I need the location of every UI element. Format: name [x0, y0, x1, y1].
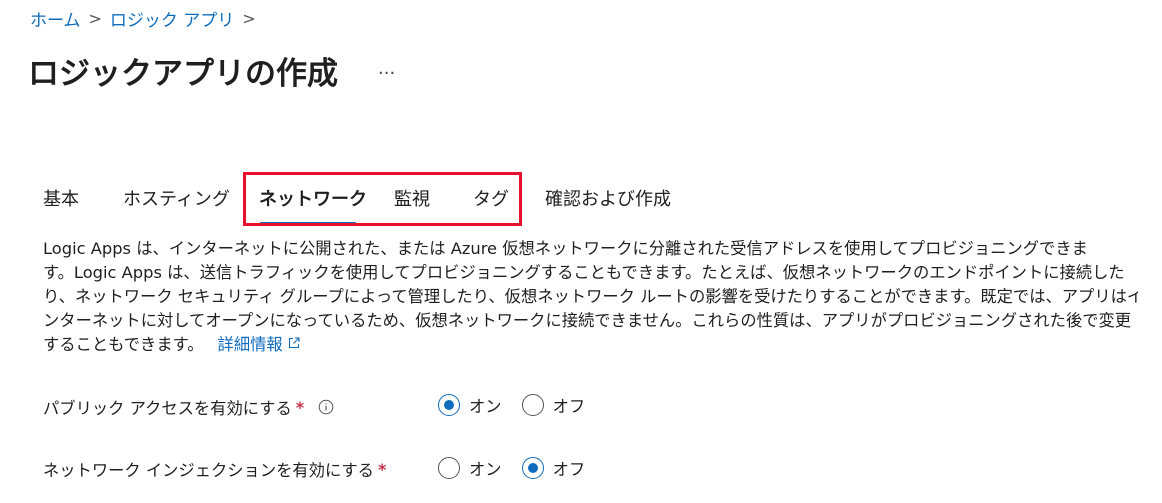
tab-review-create[interactable]: 確認および作成 — [545, 185, 671, 211]
description: Logic Apps は、インターネットに公開された、または Azure 仮想ネ… — [43, 237, 1138, 357]
tab-networking[interactable]: ネットワーク — [259, 185, 367, 211]
description-line: り、ネットワーク セキュリティ グループによって管理したり、仮想ネットワーク ル… — [43, 287, 1138, 306]
network-injection-row: ネットワーク インジェクションを有効にする * — [43, 454, 386, 484]
title-row: ロジックアプリの作成 ... — [28, 48, 395, 93]
tab-monitoring[interactable]: 監視 — [394, 185, 430, 211]
network-injection-label: ネットワーク インジェクションを有効にする — [43, 461, 374, 480]
page: ホーム > ロジック アプリ > ロジックアプリの作成 ... 基本 ホスティン… — [0, 0, 1162, 503]
description-line: Logic Apps は、インターネットに公開された、または Azure 仮想ネ… — [43, 239, 1088, 258]
public-access-row: パブリック アクセスを有効にする * — [43, 392, 334, 422]
required-marker: * — [377, 459, 387, 479]
tab-basics[interactable]: 基本 — [43, 185, 79, 211]
radio-label: オフ — [552, 460, 586, 479]
public-access-on-radio[interactable]: オン — [438, 393, 502, 417]
active-tab-indicator — [260, 222, 356, 225]
network-injection-off-radio[interactable]: オフ — [521, 456, 586, 480]
learn-more-link[interactable]: 詳細情報 — [218, 335, 300, 354]
radio-checked-icon — [521, 457, 544, 479]
required-marker: * — [295, 397, 305, 417]
network-injection-on-radio[interactable]: オン — [438, 456, 502, 480]
network-injection-radio-group: オン オフ — [438, 456, 605, 480]
radio-label: オン — [469, 460, 502, 479]
description-line: することもできます。 — [43, 335, 204, 354]
public-access-off-radio[interactable]: オフ — [521, 393, 586, 417]
breadcrumb-separator: > — [242, 9, 256, 28]
page-title: ロジックアプリの作成 — [28, 56, 338, 92]
description-last-line: することもできます。 詳細情報 — [43, 333, 1138, 357]
public-access-radio-group: オン オフ — [438, 393, 605, 417]
more-options-button[interactable]: ... — [378, 58, 395, 79]
breadcrumb-home[interactable]: ホーム — [30, 6, 81, 31]
breadcrumb: ホーム > ロジック アプリ > — [30, 6, 264, 31]
learn-more-label: 詳細情報 — [217, 335, 283, 354]
radio-label: オフ — [552, 397, 586, 416]
breadcrumb-logic-apps[interactable]: ロジック アプリ — [110, 6, 234, 31]
tab-tags[interactable]: タグ — [473, 185, 509, 211]
public-access-label: パブリック アクセスを有効にする — [43, 399, 292, 418]
description-line: す。Logic Apps は、送信トラフィックを使用してプロビジョニングすること… — [43, 263, 1125, 282]
tab-hosting[interactable]: ホスティング — [123, 185, 230, 211]
radio-label: オン — [469, 397, 502, 416]
breadcrumb-separator: > — [88, 9, 102, 28]
info-icon[interactable] — [318, 399, 334, 415]
description-line: ンターネットに対してオープンになっているため、仮想ネットワークに接続できません。… — [43, 311, 1132, 330]
radio-checked-icon — [438, 394, 460, 416]
external-link-icon — [288, 337, 300, 349]
radio-unchecked-icon — [521, 394, 544, 416]
radio-unchecked-icon — [438, 457, 460, 479]
